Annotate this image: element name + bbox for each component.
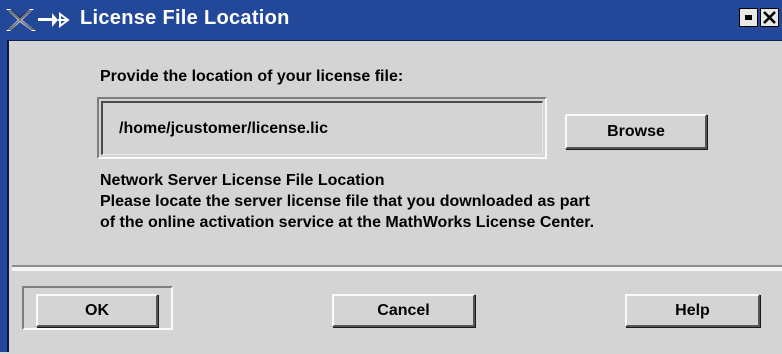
license-path-field[interactable]: /home/jcustomer/license.lic [97,97,547,159]
license-file-location-dialog: License File Location Provide the locati… [0,0,782,352]
info-line-2: of the online activation service at the … [100,214,595,231]
pin-icon[interactable] [36,6,76,34]
minimize-icon [745,15,752,20]
help-button[interactable]: Help [625,294,760,327]
license-path-field-inner[interactable]: /home/jcustomer/license.lic [101,101,543,155]
window-title: License File Location [80,7,290,29]
x-window-logo-icon[interactable] [4,7,38,33]
prompt-label: Provide the location of your license fil… [100,68,404,85]
info-line-1: Please locate the server license file th… [100,193,590,210]
cancel-button[interactable]: Cancel [332,294,475,327]
close-icon [763,11,776,24]
browse-button[interactable]: Browse [565,114,707,149]
close-button[interactable] [760,8,779,27]
license-path-value[interactable]: /home/jcustomer/license.lic [119,120,328,138]
title-bar[interactable]: License File Location [0,0,782,41]
ok-button[interactable]: OK [36,294,158,327]
info-text: Network Server License File Location Ple… [100,170,594,233]
minimize-button[interactable] [739,8,758,27]
window-left-border [0,40,9,352]
info-heading: Network Server License File Location [100,172,385,189]
